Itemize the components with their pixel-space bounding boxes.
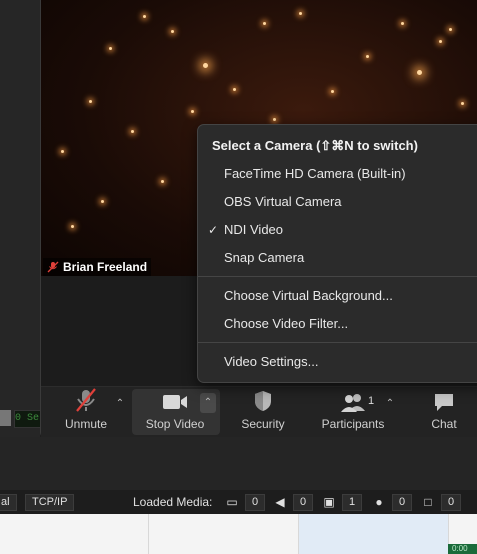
other-count: 0 — [441, 494, 461, 511]
participants-label: Participants — [321, 417, 385, 431]
camera-option-ndi[interactable]: NDI Video — [224, 222, 283, 237]
source-count: 0 — [392, 494, 412, 511]
image-count: 1 — [342, 494, 362, 511]
audio-count: 0 — [293, 494, 313, 511]
participants-button[interactable]: Participants — [317, 387, 389, 435]
security-button[interactable]: Security — [234, 387, 292, 435]
cube-icon: □ — [424, 495, 432, 509]
film-icon: ▭ — [226, 495, 238, 509]
menu-divider — [198, 276, 477, 277]
speaker-icon: ◀ — [275, 495, 285, 509]
background-app-status-bar: al TCP/IP Loaded Media: ▭ 0 ◀ 0 ▣ 1 ● 0 … — [0, 490, 477, 514]
grid-selection — [298, 514, 448, 554]
security-label: Security — [241, 417, 285, 431]
video-count: 0 — [245, 494, 265, 511]
meeting-toolbar: Unmute ⌃ Stop Video ⌃ Security Participa… — [41, 386, 477, 437]
camera-select-menu: Select a Camera (⇧⌘N to switch) FaceTime… — [197, 124, 477, 383]
background-app-timecode: 0 Se — [14, 410, 42, 428]
background-app-grid — [0, 514, 477, 554]
status-chip: al — [0, 494, 17, 511]
background-app-square — [0, 410, 11, 426]
participant-name: Brian Freeland — [63, 260, 148, 274]
camera-option-facetime[interactable]: FaceTime HD Camera (Built-in) — [224, 166, 406, 181]
camera-option-obs[interactable]: OBS Virtual Camera — [224, 194, 342, 209]
chat-label: Chat — [431, 417, 457, 431]
camera-menu-header: Select a Camera (⇧⌘N to switch) — [212, 138, 418, 153]
unmute-button[interactable]: Unmute — [57, 387, 115, 435]
muted-mic-icon — [76, 388, 96, 412]
menu-divider — [198, 342, 477, 343]
chat-bubble-icon — [435, 394, 453, 411]
chat-button[interactable]: Chat — [421, 387, 467, 435]
camera-option-snap[interactable]: Snap Camera — [224, 250, 304, 265]
participants-options-caret[interactable]: ⌃ — [383, 397, 397, 411]
timeline-marker: 0:00 — [448, 544, 477, 554]
shield-icon — [255, 391, 271, 411]
tcpip-chip: TCP/IP — [25, 494, 75, 511]
participants-count: 1 — [368, 395, 375, 407]
background-app-panel: 0 Se — [0, 0, 42, 437]
stop-video-label: Stop Video — [145, 417, 205, 431]
unmute-label: Unmute — [64, 417, 108, 431]
participant-name-tag: Brian Freeland — [43, 258, 152, 276]
audio-options-caret[interactable]: ⌃ — [113, 397, 127, 411]
participants-icon — [341, 394, 365, 412]
checkmark-icon: ✓ — [208, 223, 219, 237]
video-settings[interactable]: Video Settings... — [224, 354, 318, 369]
video-options-caret[interactable]: ⌃ — [200, 393, 216, 413]
muted-mic-icon — [47, 261, 59, 273]
video-camera-icon — [163, 395, 187, 409]
image-icon: ▣ — [323, 495, 335, 509]
choose-video-filter[interactable]: Choose Video Filter... — [224, 316, 348, 331]
loaded-media-label: Loaded Media: — [133, 495, 213, 509]
palette-icon: ● — [375, 495, 383, 509]
choose-virtual-background[interactable]: Choose Virtual Background... — [224, 288, 393, 303]
